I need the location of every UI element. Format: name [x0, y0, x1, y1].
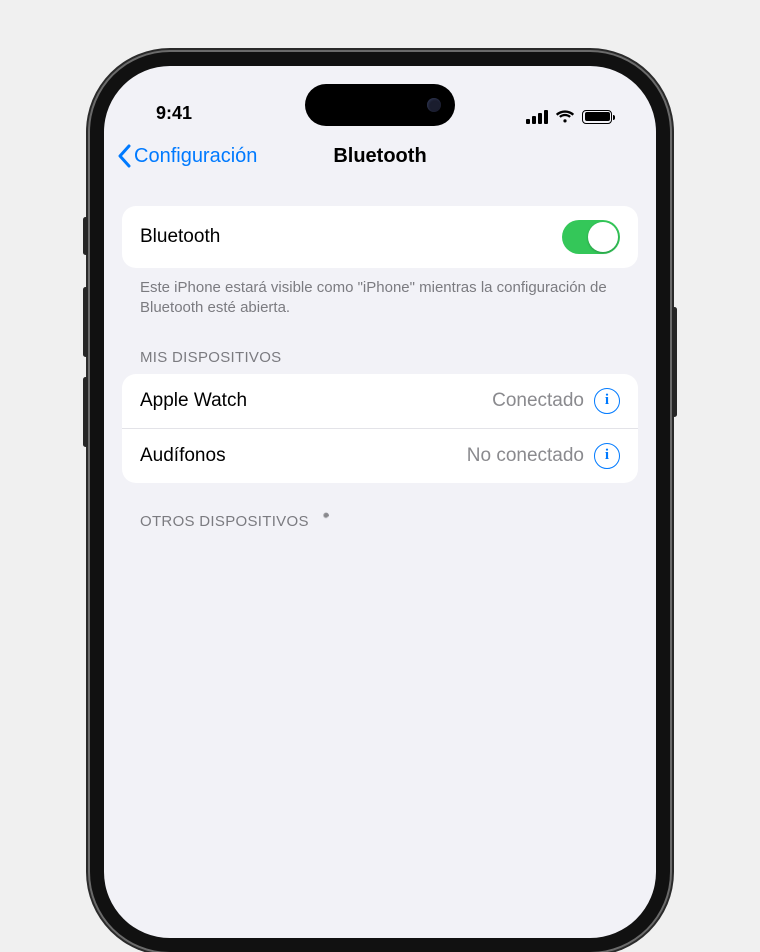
device-status: No conectado — [467, 445, 584, 467]
bluetooth-toggle-row: Bluetooth — [122, 206, 638, 268]
device-row[interactable]: Apple Watch Conectado i — [122, 374, 638, 428]
visibility-text: Este iPhone estará visible como "iPhone"… — [122, 268, 638, 319]
my-devices-header: MIS DISPOSITIVOS — [122, 319, 638, 374]
device-name: Audífonos — [140, 445, 226, 467]
camera-icon — [427, 98, 441, 112]
hw-volume-up — [83, 287, 88, 357]
wifi-icon — [555, 109, 575, 124]
my-devices-header-label: MIS DISPOSITIVOS — [140, 349, 282, 366]
bluetooth-toggle[interactable] — [562, 220, 620, 254]
back-button[interactable]: Configuración — [116, 144, 257, 168]
dynamic-island — [305, 84, 455, 126]
screen: 9:41 Configuración Bluetooth — [104, 66, 656, 938]
chevron-left-icon — [116, 144, 132, 168]
back-label: Configuración — [134, 145, 257, 168]
cellular-icon — [526, 110, 548, 124]
hw-volume-down — [83, 377, 88, 447]
bluetooth-toggle-card: Bluetooth — [122, 206, 638, 268]
my-devices-list: Apple Watch Conectado i Audífonos No con… — [122, 374, 638, 483]
status-icons — [526, 109, 614, 124]
device-status: Conectado — [492, 390, 584, 412]
status-time: 9:41 — [146, 103, 192, 124]
bluetooth-toggle-label: Bluetooth — [140, 226, 220, 248]
phone-frame: 9:41 Configuración Bluetooth — [90, 52, 670, 952]
toggle-knob-icon — [588, 222, 618, 252]
spinner-icon — [317, 513, 335, 531]
battery-icon — [582, 110, 612, 124]
info-icon[interactable]: i — [594, 443, 620, 469]
other-devices-header-label: OTROS DISPOSITIVOS — [140, 513, 309, 530]
hw-power — [672, 307, 677, 417]
hw-switch — [83, 217, 88, 255]
nav-bar: Configuración Bluetooth — [104, 128, 656, 184]
device-row[interactable]: Audífonos No conectado i — [122, 428, 638, 483]
other-devices-header: OTROS DISPOSITIVOS — [122, 483, 638, 539]
device-name: Apple Watch — [140, 390, 247, 412]
info-icon[interactable]: i — [594, 388, 620, 414]
